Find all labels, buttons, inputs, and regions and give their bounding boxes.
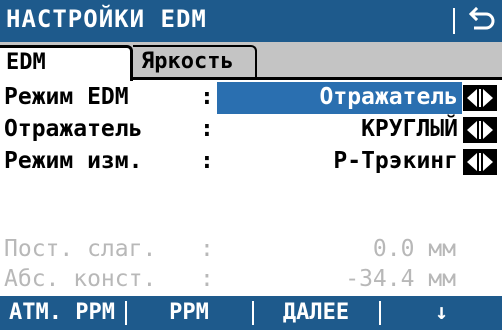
tab-strip: EDM Яркость — [0, 42, 502, 81]
field-value: -34.4 мм — [345, 266, 456, 292]
field-label: Абс. конст. — [4, 266, 157, 292]
field-value: Р-Трэкинг — [333, 148, 458, 174]
softkey-next[interactable]: ДАЛЕЕ — [254, 296, 378, 330]
field-reflector[interactable]: Отражатель : КРУГЛЫЙ — [0, 114, 502, 146]
value-highlight[interactable]: Отражатель — [217, 82, 462, 114]
softkey-label: ДАЛЕЕ — [282, 300, 350, 325]
field-label: Отражатель — [4, 116, 143, 142]
softkey-label: АТМ. PPM — [9, 300, 115, 325]
field-value: КРУГЛЫЙ — [361, 116, 458, 142]
softkey-ppm[interactable]: PPM — [127, 296, 251, 330]
field-colon: : — [200, 148, 214, 174]
field-edm-mode[interactable]: Режим EDM : Отражатель — [0, 82, 502, 114]
field-colon: : — [200, 236, 214, 262]
field-label: Режим EDM — [4, 84, 129, 110]
field-colon: : — [200, 266, 214, 292]
softkey-bar: АТМ. PPM PPM ДАЛЕЕ ↓ — [0, 296, 502, 330]
arrow-down-icon: ↓ — [434, 300, 449, 325]
value-box[interactable]: КРУГЛЫЙ — [217, 114, 462, 146]
tab-brightness-label: Яркость — [141, 49, 234, 74]
tab-edm[interactable]: EDM — [0, 45, 133, 81]
title-separator — [453, 8, 455, 34]
value-box[interactable]: Р-Трэкинг — [217, 146, 462, 178]
tab-underline — [133, 77, 502, 80]
left-right-arrows-icon[interactable] — [463, 117, 497, 143]
field-label: Пост. слаг. — [4, 236, 157, 262]
softkey-atm-ppm[interactable]: АТМ. PPM — [0, 296, 124, 330]
left-right-arrows-icon[interactable] — [463, 85, 497, 111]
tab-edm-label: EDM — [6, 50, 46, 75]
page-title: НАСТРОЙКИ EDM — [6, 5, 207, 33]
field-value: 0.0 мм — [372, 236, 456, 262]
field-measure-mode[interactable]: Режим изм. : Р-Трэкинг — [0, 146, 502, 178]
field-label: Режим изм. — [4, 148, 143, 174]
tab-brightness[interactable]: Яркость — [133, 45, 257, 78]
softkey-page-down[interactable]: ↓ — [381, 296, 502, 330]
softkey-label: PPM — [169, 300, 209, 325]
field-colon: : — [200, 116, 214, 142]
title-bar: НАСТРОЙКИ EDM — [0, 0, 502, 42]
back-button[interactable] — [462, 3, 498, 39]
return-arrow-icon — [468, 6, 495, 30]
field-value: Отражатель — [319, 84, 458, 110]
field-prism-constant: Пост. слаг. : 0.0 мм — [0, 234, 502, 266]
left-right-arrows-icon[interactable] — [463, 149, 497, 175]
field-colon: : — [200, 84, 214, 110]
field-absolute-constant: Абс. конст. : -34.4 мм — [0, 264, 502, 296]
